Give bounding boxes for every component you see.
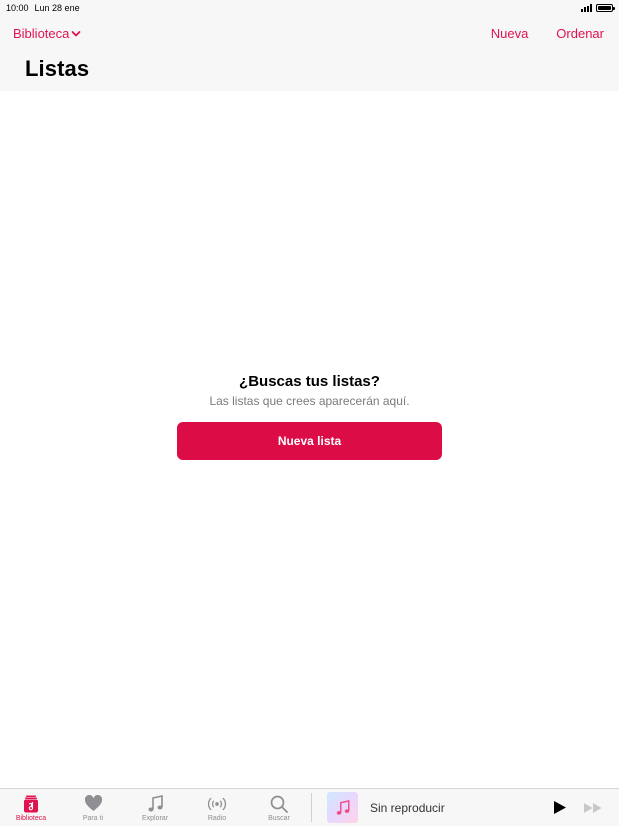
tab-label: Explorar [141,814,169,822]
music-note-icon [336,799,349,815]
radio-icon [207,794,227,814]
tab-para-ti[interactable]: Para ti [62,789,124,826]
tab-bar: Biblioteca Para ti Explorar Radio Buscar… [0,788,619,826]
tab-label: Buscar [268,814,290,822]
fast-forward-icon[interactable] [583,802,603,814]
tab-label: Radio [207,814,227,822]
tab-label: Para ti [82,814,104,822]
library-menu-label: Biblioteca [13,26,70,41]
status-time: 10:00 [6,3,29,13]
search-icon [269,794,289,814]
music-note-icon [145,794,165,814]
music-app-screen: 10:00 Lun 28 ene Biblioteca Nueva Ordena… [0,0,619,826]
page-title: Listas [25,56,90,81]
album-artwork [327,792,358,823]
play-icon[interactable] [553,800,567,815]
library-menu-button[interactable]: Biblioteca [13,26,81,41]
heart-icon [83,794,103,814]
tab-buscar[interactable]: Buscar [248,789,310,826]
status-date: Lun 28 ene [34,3,80,13]
tab-radio[interactable]: Radio [186,789,248,826]
battery-icon [596,4,615,12]
signal-icon [581,4,592,12]
tab-biblioteca[interactable]: Biblioteca [0,789,62,826]
status-bar: 10:00 Lun 28 ene [0,0,619,16]
empty-state-title: ¿Buscas tus listas? [239,373,380,390]
tab-label: Biblioteca [15,814,47,822]
now-playing-label: Sin reproducir [370,800,445,815]
library-icon [21,794,41,814]
nav-header: Biblioteca Nueva Ordenar Listas [0,16,619,91]
new-playlist-link[interactable]: Nueva [491,26,529,41]
empty-state-subtitle: Las listas que crees aparecerán aquí. [209,394,410,408]
new-list-button[interactable]: Nueva lista [177,422,442,460]
chevron-down-icon [71,30,81,36]
mini-player[interactable]: Sin reproducir [312,789,619,826]
tab-explorar[interactable]: Explorar [124,789,186,826]
sort-link[interactable]: Ordenar [556,26,604,41]
empty-state: ¿Buscas tus listas? Las listas que crees… [0,373,619,460]
